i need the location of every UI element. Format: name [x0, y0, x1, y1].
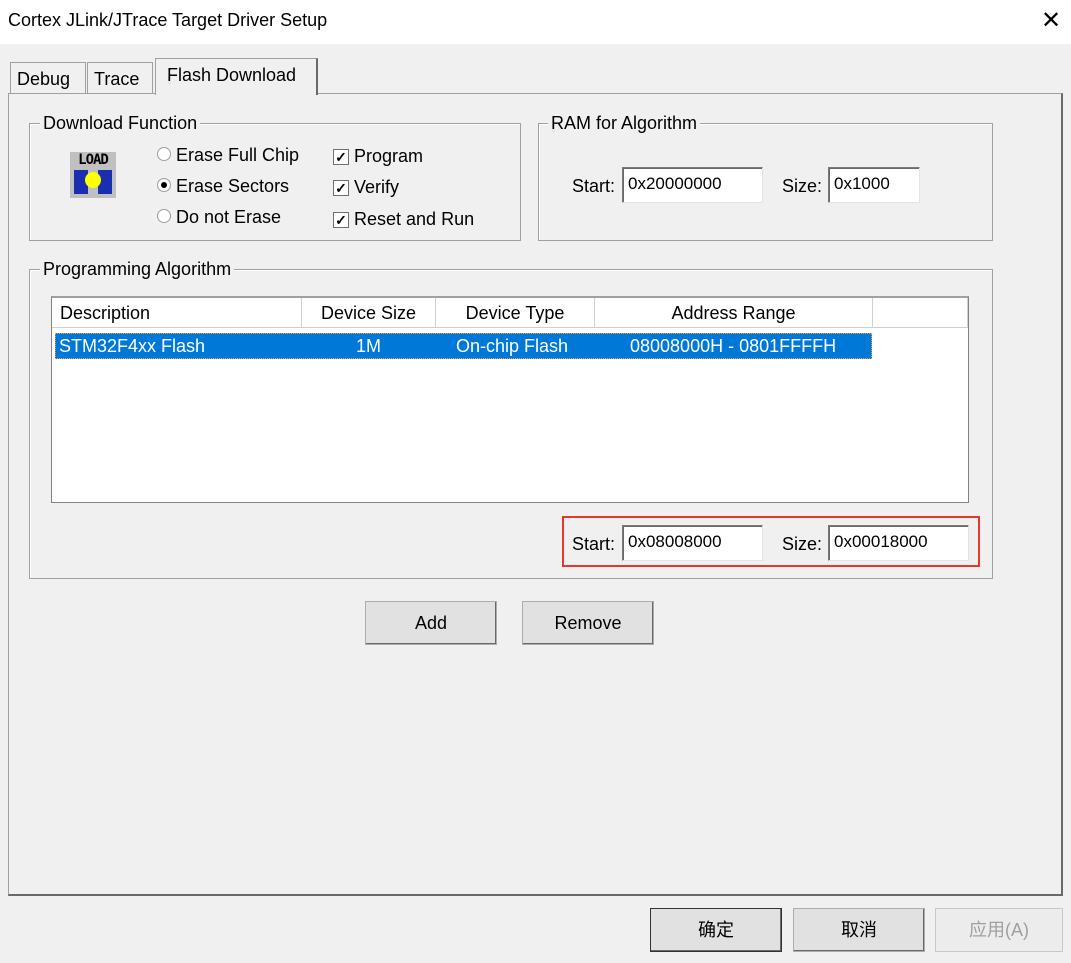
window-title: Cortex JLink/JTrace Target Driver Setup: [8, 10, 328, 30]
cell-range: 08008000H - 0801FFFFH: [630, 336, 837, 356]
checkbox-label: Reset and Run: [354, 209, 475, 229]
ok-button[interactable]: 确定: [650, 908, 782, 952]
radio-label: Erase Full Chip: [176, 145, 300, 165]
checkbox-label: Program: [354, 146, 424, 166]
radio-label: Erase Sectors: [176, 176, 290, 196]
column-header-address-range[interactable]: Address Range: [595, 298, 873, 328]
radio-erase-full-chip[interactable]: Erase Full Chip: [157, 145, 299, 166]
checkbox-program[interactable]: ✓ Program: [333, 146, 423, 167]
radio-erase-sectors[interactable]: Erase Sectors: [157, 176, 289, 197]
ram-start-label: Start:: [572, 176, 616, 196]
download-function-legend: Download Function: [40, 113, 201, 134]
tab-flash-download[interactable]: Flash Download: [155, 58, 318, 95]
checkbox-reset-and-run[interactable]: ✓ Reset and Run: [333, 209, 474, 230]
tab-trace[interactable]: Trace: [87, 62, 153, 94]
algorithm-list[interactable]: Description Device Size Device Type Addr…: [51, 296, 969, 503]
column-header-device-type[interactable]: Device Type: [436, 298, 595, 328]
column-header-empty: [873, 298, 968, 328]
radio-label: Do not Erase: [176, 207, 282, 227]
algo-start-input[interactable]: 0x08008000: [622, 525, 763, 561]
column-header-device-size[interactable]: Device Size: [302, 298, 436, 328]
ram-start-input[interactable]: 0x20000000: [622, 167, 763, 203]
checkbox-verify[interactable]: ✓ Verify: [333, 177, 399, 198]
cell-type: On-chip Flash: [456, 336, 569, 356]
cell-description: STM32F4xx Flash: [59, 336, 206, 356]
programming-algorithm-legend: Programming Algorithm: [40, 259, 235, 280]
algo-start-label: Start:: [572, 534, 616, 554]
column-header-description[interactable]: Description: [52, 298, 302, 328]
add-button[interactable]: Add: [365, 601, 497, 645]
tab-debug[interactable]: Debug: [10, 62, 86, 94]
ram-legend: RAM for Algorithm: [548, 113, 701, 134]
cancel-button[interactable]: 取消: [793, 908, 925, 952]
algo-size-label: Size:: [782, 534, 823, 554]
apply-button[interactable]: 应用(A): [935, 908, 1063, 952]
ram-size-label: Size:: [782, 176, 823, 196]
ram-size-input[interactable]: 0x1000: [828, 167, 920, 203]
close-icon[interactable]: ✕: [1038, 6, 1064, 34]
remove-button[interactable]: Remove: [522, 601, 654, 645]
cell-size: 1M: [356, 336, 382, 356]
radio-do-not-erase[interactable]: Do not Erase: [157, 207, 281, 228]
load-icon: LOAD: [70, 152, 116, 198]
table-row[interactable]: STM32F4xx Flash 1M On-chip Flash 0800800…: [55, 333, 872, 359]
checkbox-label: Verify: [354, 177, 400, 197]
algo-size-input[interactable]: 0x00018000: [828, 525, 969, 561]
